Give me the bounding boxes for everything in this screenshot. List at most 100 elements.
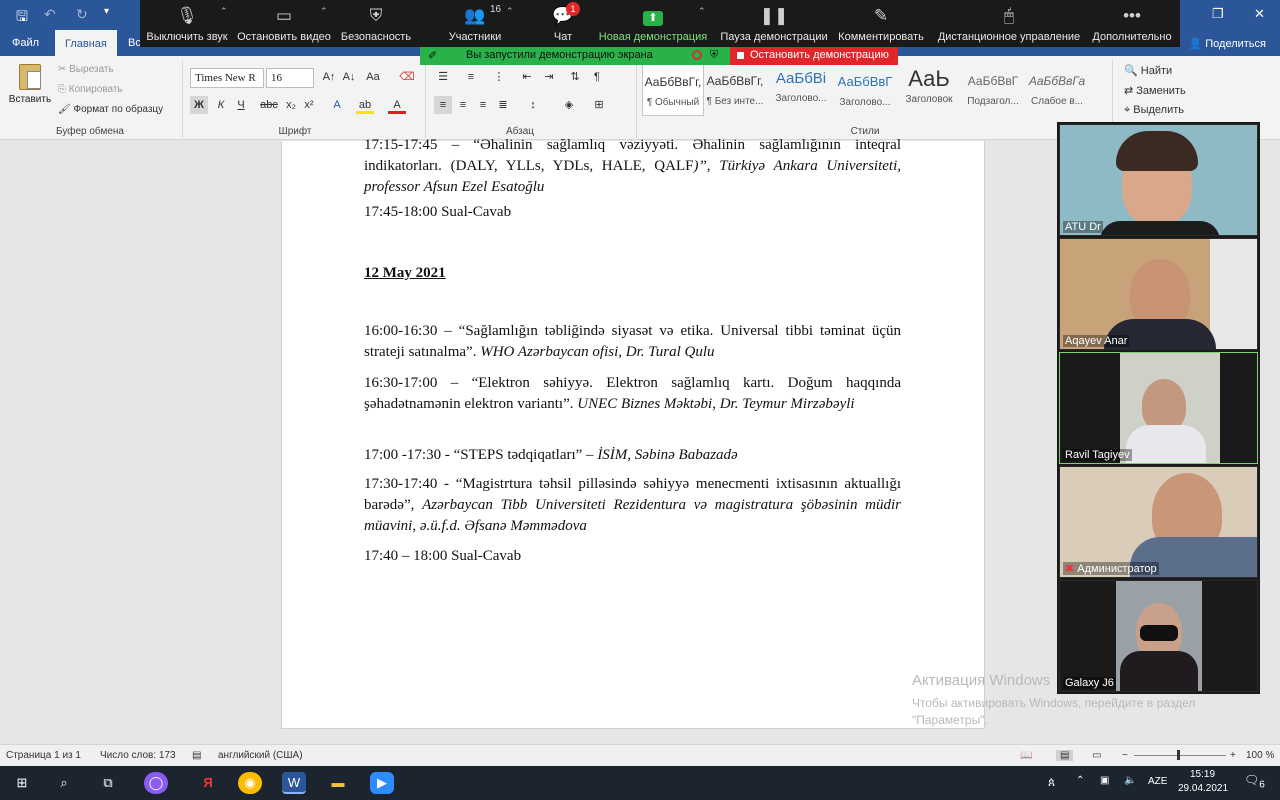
save-icon[interactable]: 🖫	[16, 6, 28, 30]
zoom-out-icon[interactable]: −	[1122, 750, 1128, 761]
grow-font-icon[interactable]: A↑	[320, 68, 338, 86]
font-color-icon[interactable]: A	[388, 96, 406, 114]
change-case-icon[interactable]: Aa	[364, 68, 382, 86]
style-heading-1[interactable]: АаБбВі Заголово...	[770, 64, 832, 116]
style-subtle-emphasis[interactable]: АаБбВвГа Слабое в...	[1026, 64, 1088, 116]
justify-icon[interactable]: ≣	[494, 96, 512, 114]
find-button[interactable]: 🔍 Найти	[1124, 64, 1172, 77]
word-app-icon[interactable]: W	[282, 772, 306, 794]
replace-button[interactable]: ⇄ Заменить	[1124, 84, 1186, 97]
chevron-up-icon[interactable]: ⌃	[220, 6, 228, 17]
text-effects-icon[interactable]: A	[328, 96, 346, 114]
paste-button[interactable]: Вставить	[8, 62, 52, 114]
undo-icon[interactable]: ↶	[44, 6, 56, 23]
underline-icon[interactable]: Ч	[232, 96, 250, 114]
security-button[interactable]: ⛨ Безопасность	[340, 0, 412, 47]
input-language[interactable]: AZE	[1148, 776, 1167, 787]
windows-start-icon[interactable]: ⊞	[10, 772, 34, 794]
show-marks-icon[interactable]: ¶	[588, 68, 606, 86]
cut-button[interactable]: ✂ Вырезать	[58, 64, 114, 75]
task-view-icon[interactable]: ⧉	[96, 772, 120, 794]
close-window-icon[interactable]: ✕	[1254, 6, 1265, 22]
stop-share-button[interactable]: Остановить демонстрацию	[730, 47, 898, 65]
video-tile[interactable]: ✖ Администратор	[1059, 466, 1258, 578]
mute-button[interactable]: 🎙 ⌃ Выключить звук	[144, 0, 230, 47]
more-button[interactable]: ••• Дополнительно	[1090, 0, 1174, 47]
language-indicator[interactable]: английский (США)	[218, 750, 303, 761]
search-icon[interactable]: ⌕	[52, 772, 76, 794]
stop-video-button[interactable]: ▭ ⌃ Остановить видео	[236, 0, 332, 47]
bold-icon[interactable]: Ж	[190, 96, 208, 114]
chevron-up-icon[interactable]: ⌃	[698, 6, 706, 17]
network-icon[interactable]: ▣	[1100, 775, 1109, 786]
chat-button[interactable]: 💬 1 Чат	[540, 0, 586, 47]
clock-date[interactable]: 29.04.2021	[1178, 783, 1228, 794]
alice-assistant-icon[interactable]: ◯	[144, 772, 168, 794]
borders-icon[interactable]: ⊞	[590, 96, 608, 114]
clear-formatting-icon[interactable]: ⌫	[398, 68, 416, 86]
style-normal[interactable]: АаБбВвГг, ¶ Обычный	[642, 64, 704, 116]
format-painter-button[interactable]: 🖌 Формат по образцу	[58, 104, 163, 115]
people-icon[interactable]: ጰ	[1048, 775, 1055, 790]
video-tile[interactable]: Aqayev Anar	[1059, 238, 1258, 350]
line-spacing-icon[interactable]: ↕	[524, 96, 542, 114]
read-mode-icon[interactable]: 📖	[1020, 750, 1032, 761]
zoom-slider[interactable]	[1134, 755, 1226, 756]
style-no-spacing[interactable]: АаБбВвГг, ¶ Без инте...	[704, 64, 766, 116]
record-icon[interactable]	[692, 50, 702, 60]
copy-button[interactable]: ⎘ Копировать	[58, 84, 123, 95]
document-page[interactable]: 17:15-17:45 – “Əhalinin sağlamlıq vəziyy…	[281, 137, 985, 729]
zoom-slider-thumb[interactable]	[1177, 750, 1180, 760]
subscript-icon[interactable]: x₂	[282, 96, 300, 114]
volume-icon[interactable]: 🔈	[1124, 775, 1136, 786]
tab-file[interactable]: Файл	[12, 37, 39, 49]
new-share-button[interactable]: ⬆ ⌃ Новая демонстрация	[596, 0, 710, 47]
video-tile[interactable]: Ravil Tagiyev	[1059, 352, 1258, 464]
video-tile[interactable]: Galaxy J6	[1059, 580, 1258, 692]
style-heading-2[interactable]: АаБбВвГ Заголово...	[834, 64, 896, 116]
file-explorer-icon[interactable]: ▬	[326, 772, 350, 794]
yandex-browser-icon[interactable]: Я	[196, 772, 220, 794]
video-tile[interactable]: ATU Dr	[1059, 124, 1258, 236]
tray-chevron-icon[interactable]: ⌃	[1076, 775, 1084, 786]
align-left-icon[interactable]: ≡	[434, 96, 452, 114]
web-layout-icon[interactable]: ▭	[1092, 750, 1101, 761]
restore-window-icon[interactable]: ❐	[1212, 6, 1224, 22]
share-button[interactable]: 👤 Поделиться	[1188, 37, 1266, 50]
redo-icon[interactable]: ↻	[76, 6, 88, 23]
chevron-up-icon[interactable]: ⌃	[506, 6, 514, 17]
align-right-icon[interactable]: ≡	[474, 96, 492, 114]
zoom-app-icon[interactable]: ▶	[370, 772, 394, 794]
page-count[interactable]: Страница 1 из 1	[6, 750, 81, 761]
shield-icon[interactable]: ⛨	[710, 49, 718, 62]
proofing-icon[interactable]: ▤	[192, 750, 201, 761]
notifications-icon[interactable]: 🗨6	[1244, 773, 1265, 790]
annotate-button[interactable]: ✎ Комментировать	[836, 0, 926, 47]
bullets-icon[interactable]: ☰	[434, 68, 452, 86]
clock-time[interactable]: 15:19	[1190, 769, 1215, 780]
pause-share-button[interactable]: ❚❚ Пауза демонстрации	[720, 0, 828, 47]
shrink-font-icon[interactable]: A↓	[340, 68, 358, 86]
italic-icon[interactable]: К	[212, 96, 230, 114]
font-size-select[interactable]: 16	[266, 68, 314, 88]
chrome-icon[interactable]: ◉	[238, 772, 262, 794]
tab-home[interactable]: Главная	[55, 30, 117, 56]
decrease-indent-icon[interactable]: ⇤	[518, 68, 536, 86]
sort-icon[interactable]: ⇅	[566, 68, 584, 86]
participants-button[interactable]: 👥 16 ⌃ Участники	[440, 0, 514, 47]
word-count[interactable]: Число слов: 173	[100, 750, 176, 761]
highlight-icon[interactable]: ab	[356, 96, 374, 114]
customize-toolbar-icon[interactable]: ▾	[104, 6, 109, 17]
increase-indent-icon[interactable]: ⇥	[540, 68, 558, 86]
superscript-icon[interactable]: x²	[300, 96, 318, 114]
chevron-up-icon[interactable]: ⌃	[320, 6, 328, 17]
remote-control-button[interactable]: 🖱 Дистанционное управление	[936, 0, 1082, 47]
pin-icon[interactable]: ✐	[428, 49, 437, 62]
numbering-icon[interactable]: ≡	[462, 68, 480, 86]
zoom-in-icon[interactable]: +	[1230, 750, 1236, 761]
zoom-level[interactable]: 100 %	[1246, 750, 1274, 761]
shading-icon[interactable]: ◈	[560, 96, 578, 114]
tab-insert[interactable]: Вс	[128, 37, 141, 49]
font-name-select[interactable]: Times New R	[190, 68, 264, 88]
print-layout-icon[interactable]: ▤	[1056, 750, 1074, 761]
